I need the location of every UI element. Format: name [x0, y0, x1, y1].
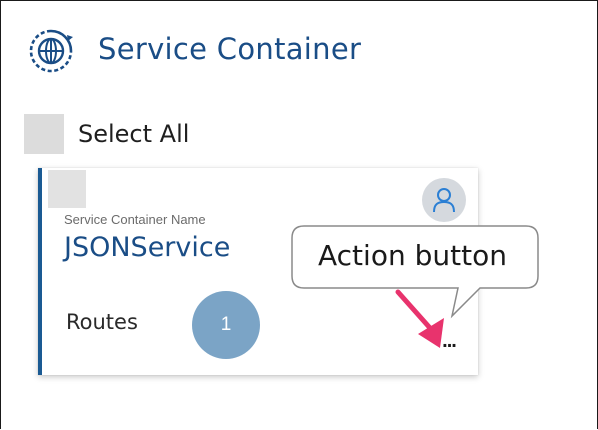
card-select-checkbox[interactable] — [48, 170, 86, 208]
user-avatar — [422, 178, 466, 222]
routes-label: Routes — [66, 310, 138, 334]
select-all-checkbox[interactable] — [24, 114, 64, 154]
service-name[interactable]: JSONService — [64, 232, 230, 263]
callout-text: Action button — [318, 239, 507, 272]
page-title: Service Container — [98, 32, 362, 66]
service-name-label: Service Container Name — [64, 212, 206, 227]
select-all-label[interactable]: Select All — [78, 120, 189, 148]
globe-refresh-icon — [29, 29, 73, 73]
user-icon — [433, 188, 455, 213]
routes-count-badge[interactable]: 1 — [192, 291, 260, 359]
pointer-arrow-icon — [395, 289, 444, 348]
